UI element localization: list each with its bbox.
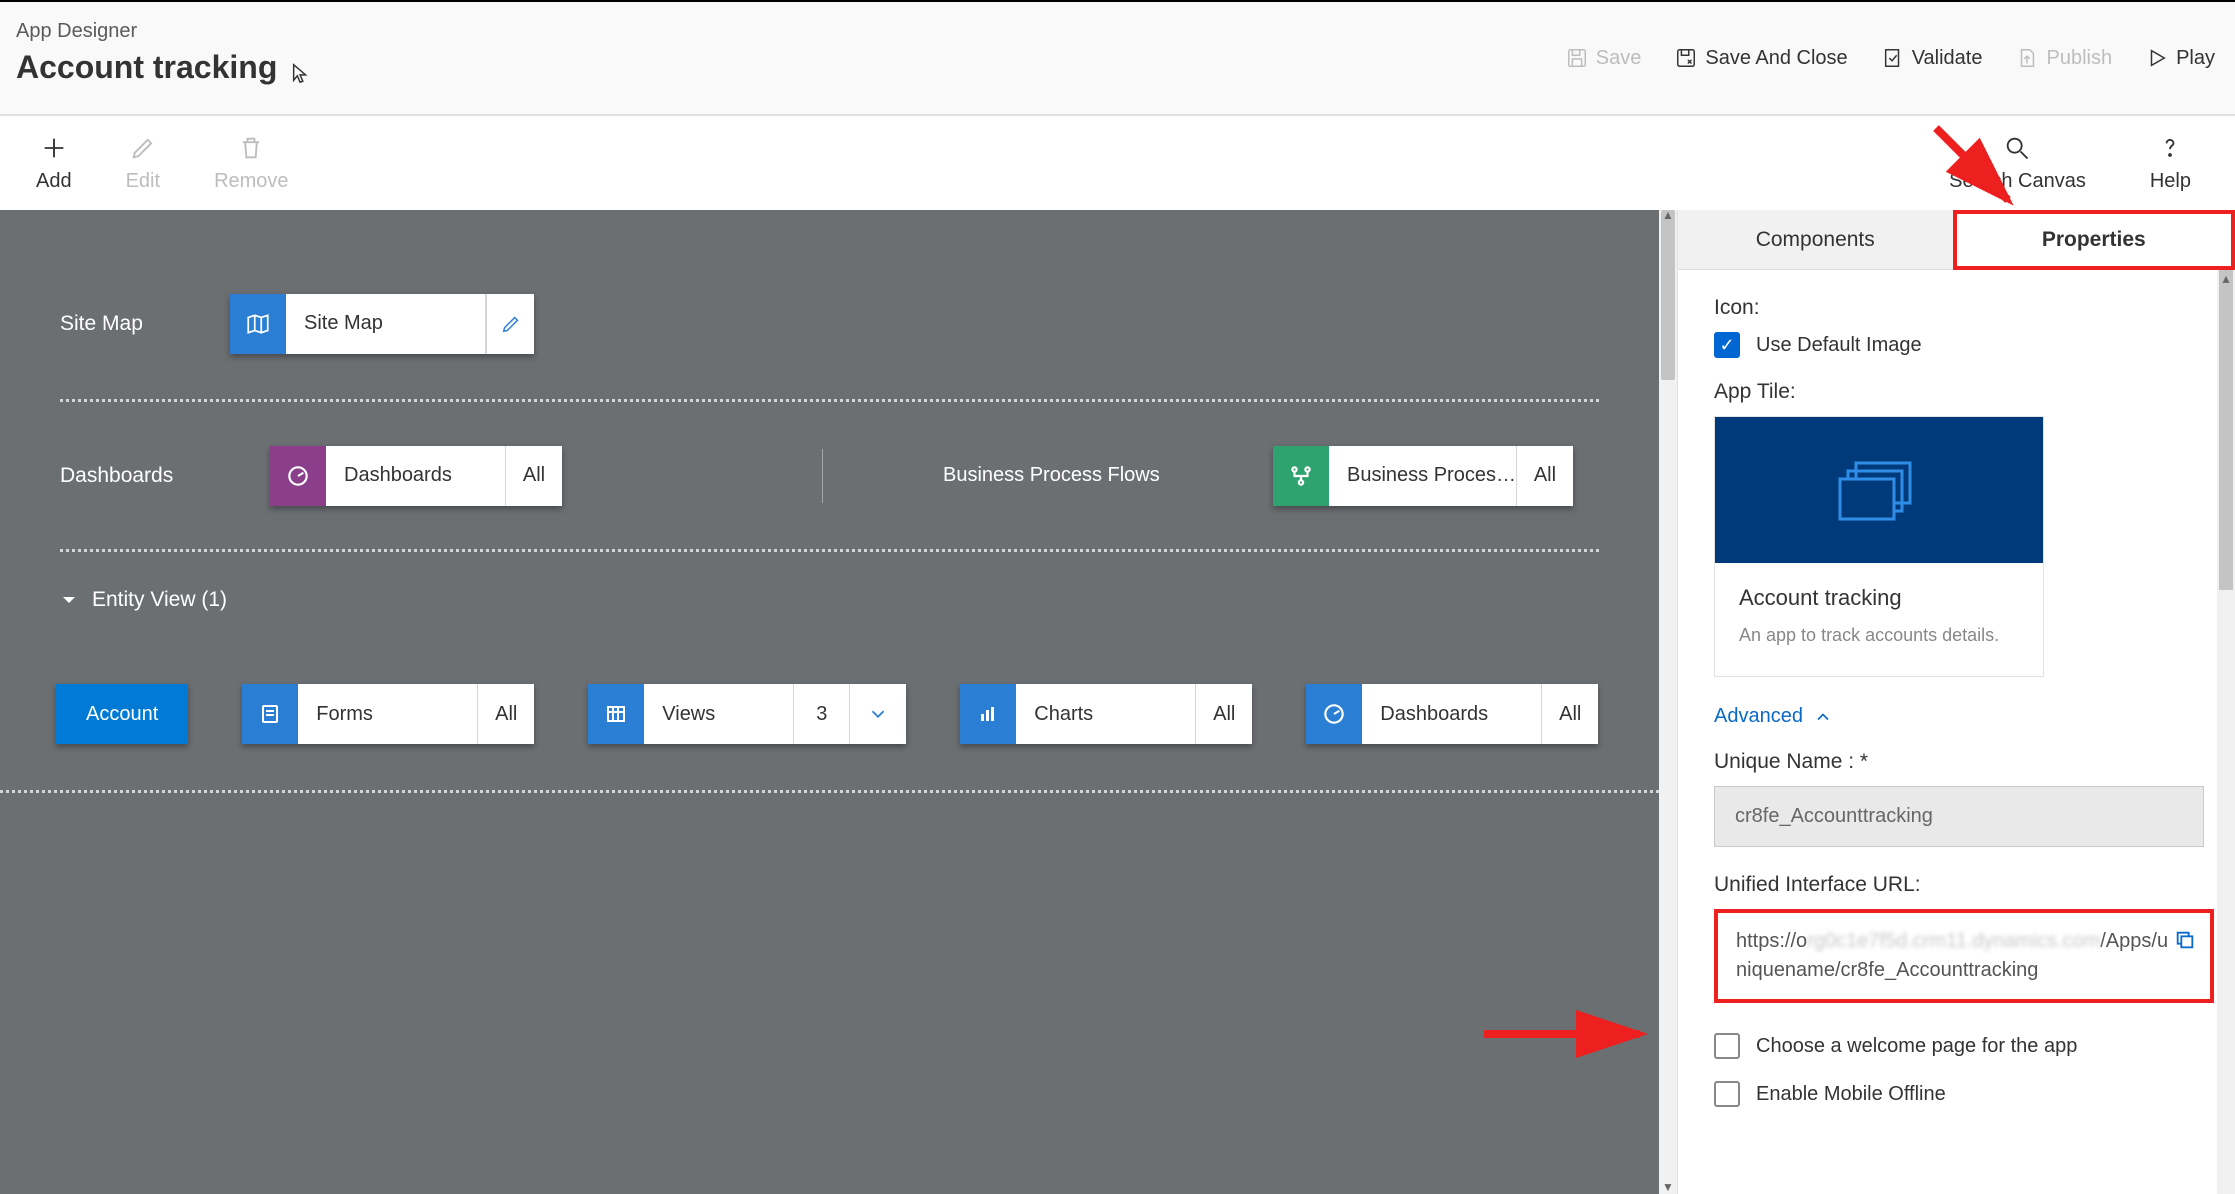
properties-panel: Components Properties Icon: ✓ Use Defaul… [1677,210,2235,1194]
check-icon: ✓ [1714,332,1740,358]
entity-dashboards-card[interactable]: Dashboards All [1306,684,1598,744]
bpf-section-label: Business Process Flows [933,464,1233,487]
save-label: Save [1596,47,1642,70]
views-count: 3 [794,684,850,744]
tile-description: An app to track accounts details. [1739,625,2019,646]
tile-icon [1836,457,1922,523]
toolbar: Add Edit Remove Search Canvas Help [0,116,2235,210]
edit-label: Edit [126,170,160,193]
play-label: Play [2176,47,2215,70]
cursor-icon [290,60,312,93]
save-and-close-button[interactable]: Save And Close [1675,47,1847,70]
views-icon [588,684,644,744]
url-part: niquename/cr8fe_Accounttracking [1736,959,2038,981]
icon-label: Icon: [1714,296,2199,320]
forms-card[interactable]: Forms All [242,684,534,744]
views-dropdown[interactable] [850,684,906,744]
copy-icon[interactable] [2174,929,2196,960]
unified-interface-url[interactable]: https://org0c1e7f5d.crm11.dynamics.com/A… [1714,909,2214,1003]
help-button[interactable]: Help [2150,134,2191,193]
tile-title: Account tracking [1739,585,2019,611]
dashboards-card-label: Dashboards [326,446,506,506]
entity-dashboards-tail[interactable]: All [1542,684,1598,744]
forms-tail[interactable]: All [478,684,534,744]
apptile-label: App Tile: [1714,380,2199,404]
divider [822,449,823,503]
save-button: Save [1566,47,1642,70]
chevron-up-icon [1813,707,1833,727]
welcome-label: Choose a welcome page for the app [1756,1035,2077,1058]
charts-icon [960,684,1016,744]
charts-card[interactable]: Charts All [960,684,1252,744]
sitemap-icon [230,294,286,354]
entity-account[interactable]: Account [56,684,188,744]
dashboards-card[interactable]: Dashboards All [270,446,562,506]
bpf-card-label: Business Proces… [1329,446,1517,506]
edit-button: Edit [126,134,160,193]
add-button[interactable]: Add [36,134,72,193]
checkbox-icon [1714,1033,1740,1059]
search-label: Search Canvas [1949,170,2086,193]
canvas-scrollbar[interactable]: ▲ ▼ [1659,210,1677,1194]
url-part: /Apps/u [2100,930,2168,952]
dashboards-icon [270,446,326,506]
use-default-image-checkbox[interactable]: ✓ Use Default Image [1714,332,2199,358]
remove-button: Remove [214,134,288,193]
dashboards-section-label: Dashboards [60,464,230,488]
sitemap-edit-icon[interactable] [486,294,534,354]
search-canvas-button[interactable]: Search Canvas [1949,134,2086,193]
publish-button: Publish [2016,47,2112,70]
views-card[interactable]: Views 3 [588,684,906,744]
entity-view-toggle[interactable]: Entity View (1) [60,588,1599,612]
save-close-label: Save And Close [1705,47,1847,70]
url-label: Unified Interface URL: [1714,873,2199,897]
validate-button[interactable]: Validate [1882,47,1983,70]
sitemap-section-label: Site Map [60,312,230,336]
views-label: Views [644,684,794,744]
mobile-offline-checkbox[interactable]: Enable Mobile Offline [1714,1081,2199,1107]
mobile-label: Enable Mobile Offline [1756,1083,1946,1106]
advanced-label: Advanced [1714,705,1803,728]
breadcrumb: App Designer [16,20,277,43]
publish-label: Publish [2046,47,2112,70]
advanced-toggle[interactable]: Advanced [1714,705,2199,728]
bpf-card[interactable]: Business Proces… All [1273,446,1573,506]
welcome-page-checkbox[interactable]: Choose a welcome page for the app [1714,1033,2199,1059]
forms-icon [242,684,298,744]
add-label: Add [36,170,72,193]
use-default-label: Use Default Image [1756,334,1922,357]
forms-label: Forms [298,684,478,744]
unique-name-label: Unique Name : * [1714,750,2199,774]
app-header: App Designer Account tracking Save Save … [0,0,2235,116]
entity-view-label: Entity View (1) [92,588,227,612]
remove-label: Remove [214,170,288,193]
validate-label: Validate [1912,47,1983,70]
page-title: Account tracking [16,49,277,86]
sitemap-card-label: Site Map [286,294,486,354]
help-label: Help [2150,170,2191,193]
bpf-icon [1273,446,1329,506]
play-button[interactable]: Play [2146,47,2215,70]
charts-tail[interactable]: All [1196,684,1252,744]
panel-scrollbar[interactable]: ▴ [2217,270,2235,1194]
entity-dashboards-icon [1306,684,1362,744]
tab-components[interactable]: Components [1678,210,1953,270]
checkbox-icon [1714,1081,1740,1107]
charts-label: Charts [1016,684,1196,744]
dashboards-tail[interactable]: All [506,446,562,506]
bpf-tail[interactable]: All [1517,446,1573,506]
design-canvas[interactable]: Site Map Site Map [0,210,1659,1194]
sitemap-card[interactable]: Site Map [230,294,534,354]
url-part: https://o [1736,930,1807,952]
unique-name-field: cr8fe_Accounttracking [1714,786,2204,847]
url-blurred: rg0c1e7f5d.crm11.dynamics.com [1807,930,2100,952]
tab-properties[interactable]: Properties [1953,210,2235,270]
app-tile-preview: Account tracking An app to track account… [1714,416,2044,677]
entity-dashboards-label: Dashboards [1362,684,1542,744]
